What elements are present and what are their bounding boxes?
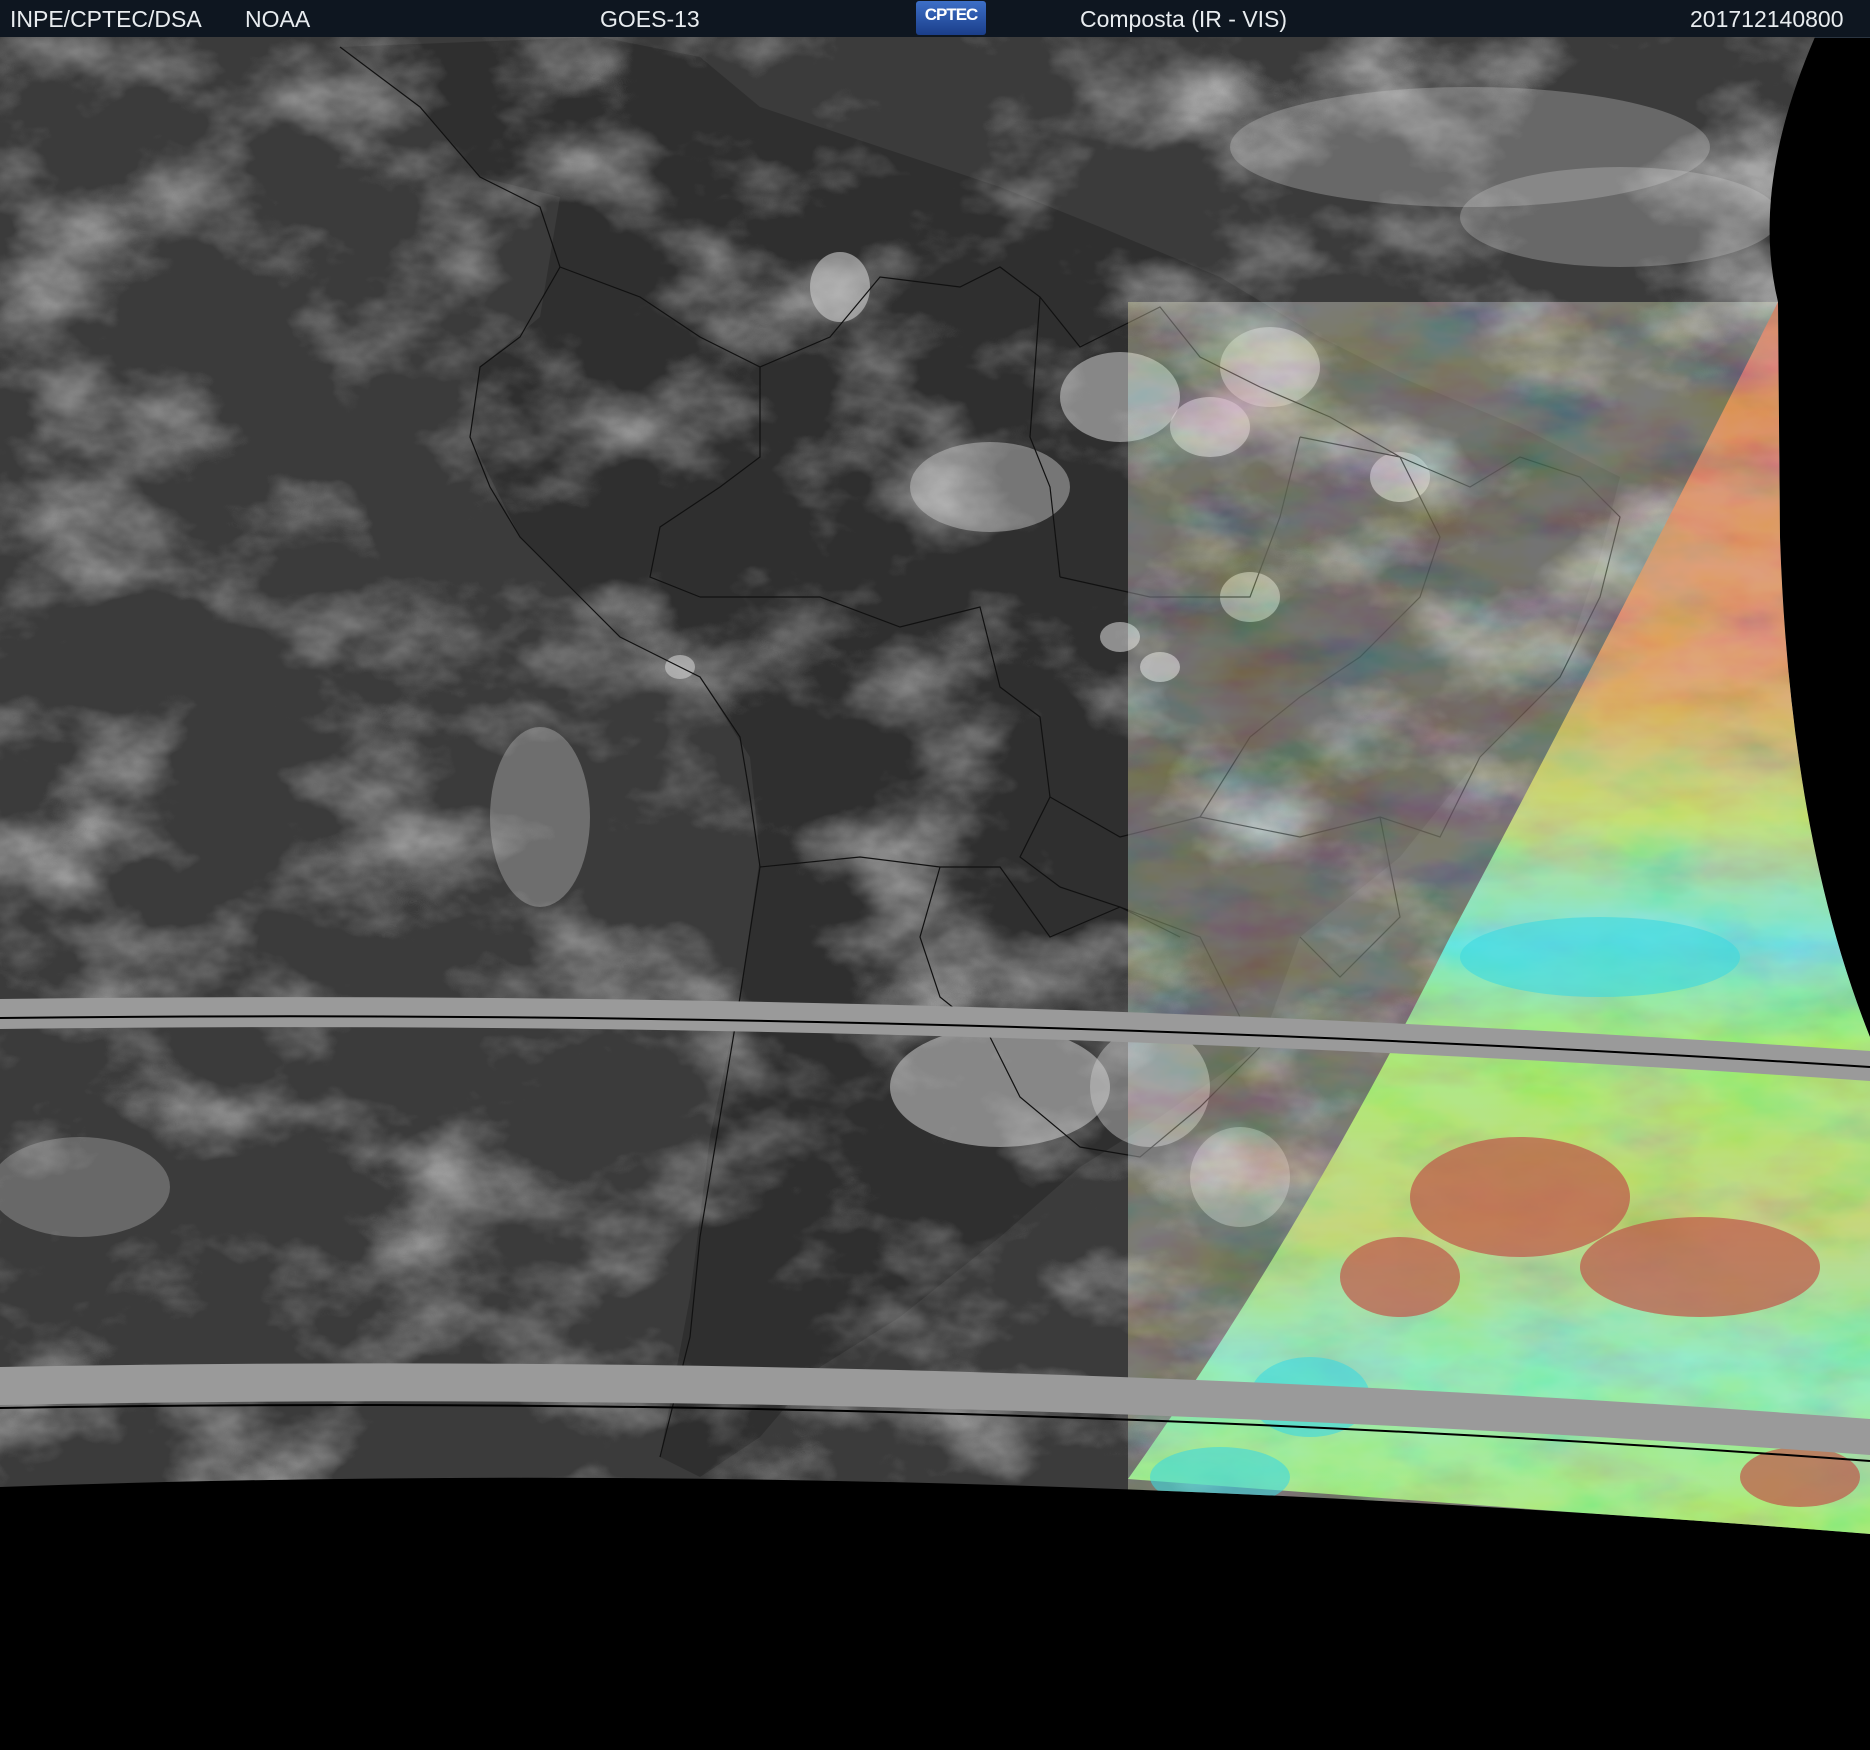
cptec-logo: CPTEC bbox=[916, 1, 986, 35]
satellite-label: GOES-13 bbox=[600, 6, 700, 32]
agency-label: NOAA bbox=[245, 6, 311, 32]
timestamp-label: 201712140800 bbox=[1690, 6, 1844, 32]
product-label: Composta (IR - VIS) bbox=[1080, 6, 1288, 32]
logo-text: CPTEC bbox=[924, 5, 979, 24]
org-label: INPE/CPTEC/DSA bbox=[10, 6, 202, 32]
earth-disc bbox=[0, 37, 1870, 1534]
satellite-image bbox=[0, 37, 1870, 1534]
image-header: INPE/CPTEC/DSA NOAA GOES-13 CPTEC Compos… bbox=[0, 0, 1870, 38]
